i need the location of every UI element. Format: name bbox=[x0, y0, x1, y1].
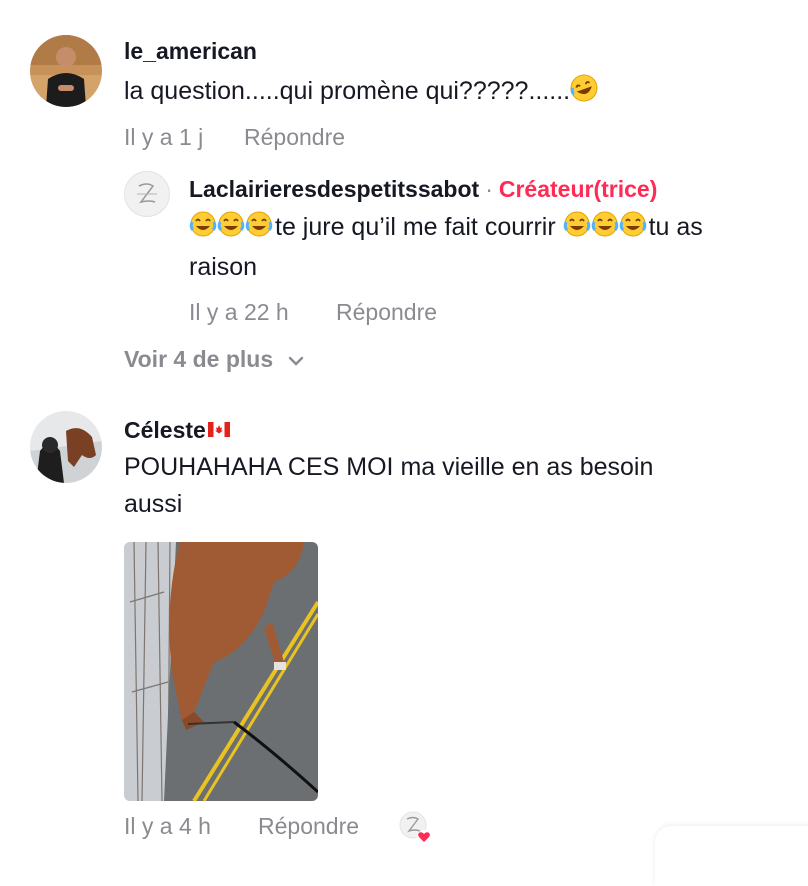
reply-text: te jure qu’il me fait courrir tu as rais… bbox=[189, 209, 789, 286]
reply-button[interactable]: Répondre bbox=[336, 299, 437, 326]
comment-username-row: Céleste bbox=[124, 416, 230, 444]
reply-button[interactable]: Répondre bbox=[258, 813, 359, 840]
comment-username[interactable]: le_american bbox=[124, 38, 257, 65]
comment-photo-attachment[interactable] bbox=[124, 542, 318, 801]
reply-text-part1: te jure qu’il me fait courrir bbox=[275, 213, 556, 241]
reply-username[interactable]: Laclairieresdespetitssabot bbox=[189, 176, 479, 202]
horse-photo-icon bbox=[124, 542, 318, 801]
separator-dot: · bbox=[485, 176, 493, 202]
comment-time: Il y a 4 h bbox=[124, 813, 211, 839]
reply-button[interactable]: Répondre bbox=[244, 124, 345, 151]
floating-panel-edge bbox=[655, 826, 808, 886]
creator-badge: Créateur(trice) bbox=[498, 176, 658, 202]
joy-emoji-icon bbox=[189, 210, 275, 249]
comment-text-line2: aussi bbox=[124, 490, 183, 518]
view-more-replies-button[interactable]: Voir 4 de plus bbox=[124, 345, 304, 373]
comment-text-line1: POUHAHAHA CES MOI ma vieille en as besoi… bbox=[124, 453, 654, 481]
avatar-creator[interactable] bbox=[124, 171, 170, 217]
avatar-le-american[interactable] bbox=[30, 35, 102, 107]
view-more-label: Voir 4 de plus bbox=[124, 346, 274, 372]
chevron-down-icon bbox=[288, 345, 304, 372]
comment-text: POUHAHAHA CES MOI ma vieille en as besoi… bbox=[124, 449, 764, 523]
comment-time: Il y a 1 j bbox=[124, 124, 204, 150]
comment-username[interactable]: Céleste bbox=[124, 417, 206, 443]
comment-text-body: la question.....qui promène qui?????....… bbox=[124, 77, 571, 105]
comment-text: la question.....qui promène qui?????....… bbox=[124, 73, 598, 113]
reply-text-line2: raison bbox=[189, 253, 258, 281]
avatar-celeste[interactable] bbox=[30, 411, 102, 483]
rofl-emoji-icon bbox=[570, 74, 598, 113]
joy-emoji-icon bbox=[563, 210, 649, 249]
reply-text-part2: tu as bbox=[648, 213, 703, 241]
canada-flag-icon bbox=[207, 416, 230, 437]
reply-header: Laclairieresdespetitssabot · Créateur(tric… bbox=[189, 176, 657, 203]
reply-time: Il y a 22 h bbox=[189, 299, 289, 325]
creator-liked-icon bbox=[398, 811, 432, 845]
